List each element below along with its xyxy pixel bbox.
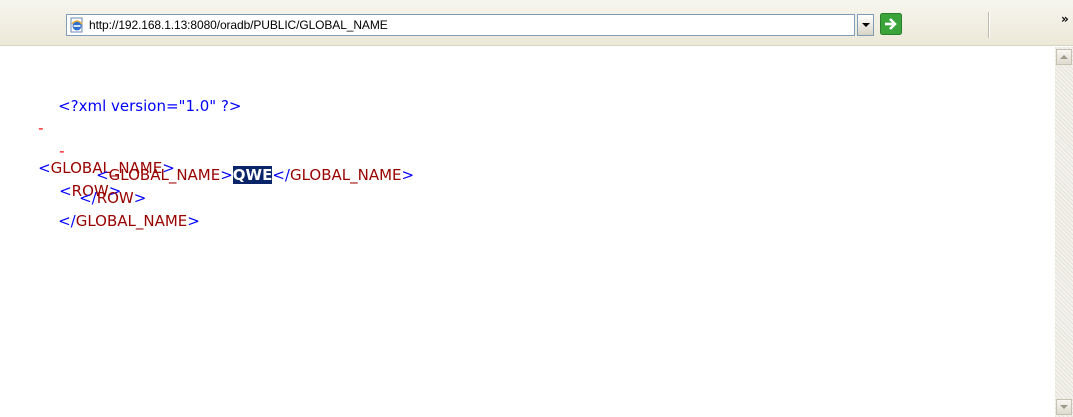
xml-root-open: - <GLOBAL_NAME> [38, 119, 175, 177]
xml-declaration: <?xml version="1.0" ?> [58, 97, 242, 115]
go-arrow-icon[interactable] [880, 13, 902, 35]
url-dropdown-button[interactable] [857, 14, 874, 36]
url-input[interactable]: http://192.168.1.13:8080/oradb/PUBLIC/GL… [66, 14, 855, 36]
url-text: http://192.168.1.13:8080/oradb/PUBLIC/GL… [89, 18, 388, 32]
vertical-scrollbar[interactable] [1055, 47, 1073, 417]
xml-document-view: <?xml version="1.0" ?> - <GLOBAL_NAME> -… [0, 47, 1055, 417]
scroll-up-arrow-icon[interactable] [1056, 49, 1072, 65]
xml-row-open: - <ROW> [59, 142, 122, 200]
ie-page-icon [70, 17, 83, 33]
address-bar: http://192.168.1.13:8080/oradb/PUBLIC/GL… [0, 0, 1073, 46]
xml-root-close: </GLOBAL_NAME> [58, 212, 200, 230]
scroll-down-arrow-icon[interactable] [1056, 399, 1072, 415]
toolbar-separator [988, 12, 990, 38]
xml-row-close: </ROW> [79, 189, 147, 207]
xml-field-element: <GLOBAL_NAME>QWE</GLOBAL_NAME> [96, 166, 415, 184]
row-collapse-toggle[interactable]: - [59, 142, 64, 160]
selected-value-text: QWE [232, 166, 273, 184]
toolbar-overflow-chevron[interactable]: » [1061, 12, 1069, 26]
